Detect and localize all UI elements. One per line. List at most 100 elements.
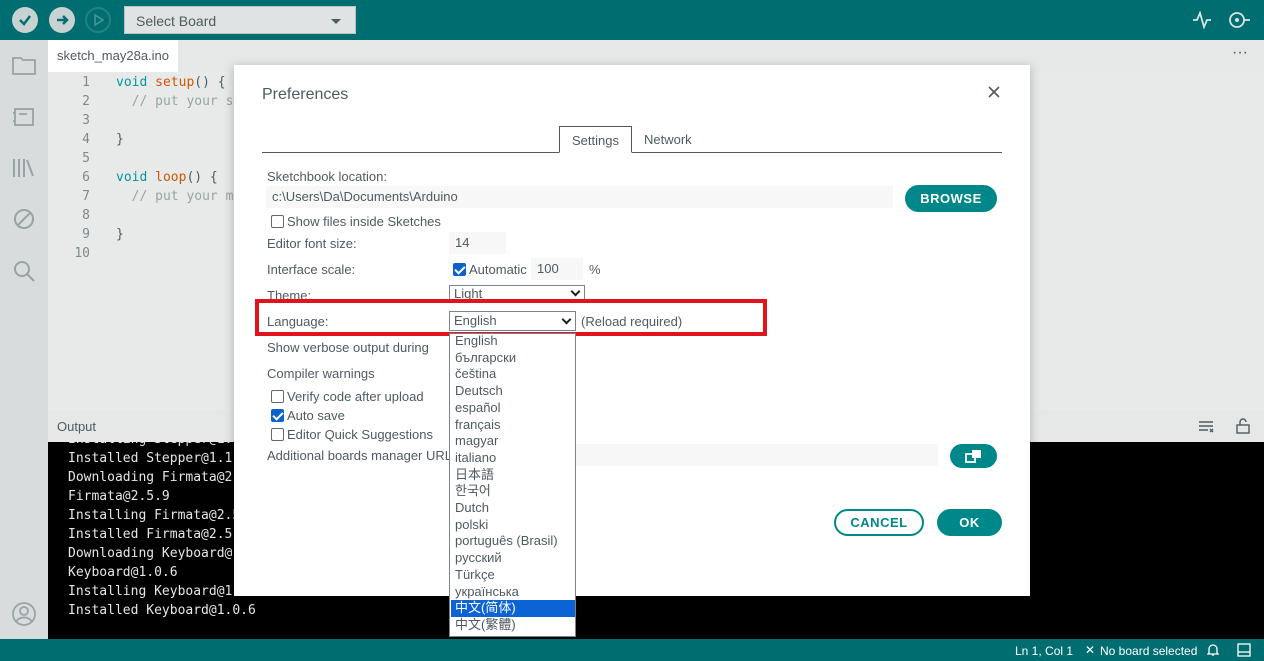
language-option[interactable]: español bbox=[451, 400, 575, 417]
folder-icon[interactable] bbox=[11, 52, 37, 78]
sketchbook-input[interactable]: c:\Users\Da\Documents\Arduino bbox=[266, 186, 893, 208]
code-function: setup bbox=[155, 75, 195, 90]
bell-icon[interactable] bbox=[1207, 643, 1219, 657]
chevron-down-icon bbox=[331, 19, 341, 24]
code-line: } bbox=[116, 227, 124, 242]
output-line: Keyboard@1.0.6 bbox=[68, 565, 178, 580]
code-comment: // put your ma bbox=[116, 189, 242, 204]
line-number: 2 bbox=[82, 94, 90, 109]
checkmark-icon bbox=[19, 15, 31, 26]
search-icon[interactable] bbox=[11, 258, 37, 284]
show-files-label: Show files inside Sketches bbox=[287, 214, 441, 229]
language-option[interactable]: italiano bbox=[451, 450, 575, 467]
arrow-right-icon bbox=[57, 15, 69, 25]
boards-url-label: Additional boards manager URL bbox=[267, 448, 452, 463]
output-line: Installed Keyboard@1.0.6 bbox=[68, 603, 256, 618]
language-option[interactable]: português (Brasil) bbox=[451, 533, 575, 550]
quick-suggestions-label: Editor Quick Suggestions bbox=[287, 427, 433, 442]
code-keyword: void bbox=[116, 170, 156, 185]
debug-button[interactable] bbox=[85, 7, 111, 33]
account-icon[interactable] bbox=[11, 601, 37, 627]
language-option[interactable]: čeština bbox=[451, 366, 575, 383]
code-keyword: void bbox=[116, 75, 156, 90]
output-line: Installed Stepper@1.1. bbox=[68, 451, 241, 466]
more-options-icon[interactable]: ··· bbox=[1232, 44, 1248, 62]
panel-icon[interactable] bbox=[1237, 643, 1251, 657]
language-option[interactable]: français bbox=[451, 417, 575, 434]
cursor-position: Ln 1, Col 1 bbox=[1015, 644, 1074, 658]
language-option[interactable]: Dutch bbox=[451, 500, 575, 517]
code-line: void loop() { bbox=[116, 170, 218, 185]
language-option[interactable]: polski bbox=[451, 517, 575, 534]
board-manager-icon[interactable] bbox=[11, 104, 37, 130]
language-option[interactable]: 中文(繁體) bbox=[451, 617, 575, 634]
library-icon[interactable] bbox=[11, 155, 37, 181]
close-icon[interactable]: ✕ bbox=[1085, 643, 1095, 657]
output-line: Downloading Keyboard@1 bbox=[68, 546, 241, 561]
debug-icon bbox=[94, 13, 105, 27]
quick-suggestions-checkbox[interactable] bbox=[271, 428, 284, 441]
font-size-input[interactable]: 14 bbox=[449, 232, 506, 254]
automatic-checkbox[interactable] bbox=[453, 263, 466, 276]
language-option[interactable]: 日本語 bbox=[451, 467, 575, 484]
code-comment: // put your se bbox=[116, 94, 242, 109]
output-line: Downloading Firmata@2. bbox=[68, 470, 241, 485]
debug-disabled-icon[interactable] bbox=[11, 206, 37, 232]
code-line: void setup() { bbox=[116, 75, 226, 90]
tab-network[interactable]: Network bbox=[632, 126, 704, 153]
autosave-checkbox[interactable] bbox=[271, 409, 284, 422]
verify-checkbox[interactable] bbox=[271, 390, 284, 403]
language-option[interactable]: English bbox=[451, 334, 575, 350]
language-dropdown-list[interactable]: English български čeština Deutsch español fra… bbox=[449, 333, 576, 637]
serial-monitor-icon[interactable] bbox=[1226, 10, 1252, 30]
automatic-label: Automatic bbox=[469, 262, 527, 277]
scale-unit: % bbox=[589, 262, 601, 277]
browse-button[interactable]: BROWSE bbox=[905, 185, 997, 212]
boards-url-edit-button[interactable] bbox=[950, 444, 997, 468]
compiler-warnings-label: Compiler warnings bbox=[267, 366, 375, 381]
board-status[interactable]: No board selected bbox=[1100, 644, 1197, 658]
language-option[interactable]: 한국어 bbox=[451, 483, 575, 500]
sketchbook-label: Sketchbook location: bbox=[267, 169, 387, 184]
scale-input[interactable]: 100 bbox=[531, 258, 583, 280]
language-option[interactable]: українська bbox=[451, 584, 575, 601]
line-number: 10 bbox=[74, 246, 90, 261]
language-option[interactable]: 中文(简体) bbox=[451, 600, 575, 618]
serial-plotter-icon[interactable] bbox=[1192, 11, 1212, 29]
board-selector[interactable]: Select Board bbox=[124, 6, 356, 34]
line-number: 8 bbox=[82, 208, 90, 223]
code-text: () { bbox=[194, 75, 226, 90]
show-files-checkbox[interactable] bbox=[271, 215, 284, 228]
tab-settings[interactable]: Settings bbox=[559, 126, 632, 153]
language-option[interactable]: български bbox=[451, 350, 575, 367]
line-number: 1 bbox=[82, 75, 90, 90]
language-option[interactable]: Deutsch bbox=[451, 383, 575, 400]
line-number: 5 bbox=[82, 151, 90, 166]
cancel-button[interactable]: CANCEL bbox=[834, 509, 924, 536]
verify-button[interactable] bbox=[12, 7, 38, 33]
line-number: 3 bbox=[82, 113, 90, 128]
line-number: 6 bbox=[82, 170, 90, 185]
output-line: Installing Firmata@2.5 bbox=[68, 508, 241, 523]
language-option[interactable]: русский bbox=[451, 550, 575, 567]
line-number: 7 bbox=[82, 189, 90, 204]
output-line: Installing Stepper@1. bbox=[68, 432, 233, 447]
close-dialog-button[interactable] bbox=[985, 83, 1003, 101]
clear-output-icon[interactable] bbox=[1198, 420, 1214, 433]
lock-icon[interactable] bbox=[1236, 418, 1250, 434]
line-number: 4 bbox=[82, 132, 90, 147]
upload-button[interactable] bbox=[49, 7, 75, 33]
output-line: Installed Firmata@2.5. bbox=[68, 527, 241, 542]
ok-button[interactable]: OK bbox=[937, 509, 1002, 536]
chevron-down-icon bbox=[570, 286, 581, 297]
dialog-title: Preferences bbox=[262, 86, 349, 103]
line-number: 9 bbox=[82, 227, 90, 242]
left-sidebar bbox=[0, 40, 48, 639]
output-line: Firmata@2.5.9 bbox=[68, 489, 170, 504]
output-line: Installing Keyboard@1. bbox=[68, 584, 241, 599]
editor-tab[interactable]: sketch_may28a.ino bbox=[48, 40, 178, 72]
open-window-icon bbox=[964, 450, 981, 463]
language-option[interactable]: Türkçe bbox=[451, 567, 575, 584]
verbose-label: Show verbose output during bbox=[267, 340, 429, 355]
language-option[interactable]: magyar bbox=[451, 433, 575, 450]
